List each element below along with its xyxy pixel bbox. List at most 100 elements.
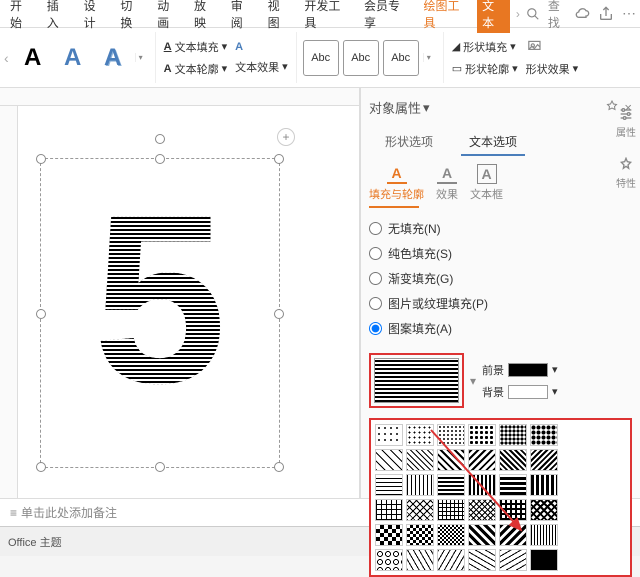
pattern-swatch[interactable]: [406, 524, 434, 546]
tab-text-options[interactable]: 文本选项: [461, 129, 525, 156]
tab-insert[interactable]: 插入: [41, 0, 76, 35]
pattern-swatch[interactable]: [530, 549, 558, 571]
pattern-swatch[interactable]: [375, 474, 403, 496]
tab-transition[interactable]: 切换: [114, 0, 149, 35]
tab-drawing-tools[interactable]: 绘图工具: [418, 0, 476, 35]
shape-style-2[interactable]: Abc: [343, 40, 379, 76]
shape-effect-button[interactable]: 形状效果▾: [524, 59, 581, 79]
pattern-swatch[interactable]: [530, 524, 558, 546]
pattern-swatch[interactable]: [530, 424, 558, 446]
pattern-swatch[interactable]: [437, 424, 465, 446]
pattern-swatch[interactable]: [406, 449, 434, 471]
pattern-swatch[interactable]: [406, 424, 434, 446]
ribbon-scroll-left-icon[interactable]: ‹: [4, 50, 9, 66]
slide-canvas[interactable]: + 5: [30, 118, 340, 478]
fill-pattern-radio[interactable]: 图案填充(A): [369, 320, 632, 337]
shape-fill-button[interactable]: ◢形状填充▾: [450, 37, 520, 57]
fill-solid-radio[interactable]: 纯色填充(S): [369, 245, 632, 262]
textbox-content[interactable]: 5: [41, 159, 279, 439]
fill-none-radio[interactable]: 无填充(N): [369, 220, 632, 237]
subtab-fill-outline[interactable]: A 填充与轮廓: [369, 164, 424, 202]
pattern-swatch[interactable]: [375, 424, 403, 446]
pattern-swatch[interactable]: [468, 449, 496, 471]
text-effect-button[interactable]: A: [233, 39, 290, 55]
tab-devtools[interactable]: 开发工具: [298, 0, 356, 35]
pattern-swatch[interactable]: [499, 549, 527, 571]
subtab-effect[interactable]: A 效果: [436, 164, 458, 202]
pattern-swatch[interactable]: [406, 499, 434, 521]
shape-style-1[interactable]: Abc: [303, 40, 339, 76]
pattern-swatch[interactable]: [468, 499, 496, 521]
notes-placeholder[interactable]: 单击此处添加备注: [21, 504, 117, 521]
resize-handle-bm[interactable]: [155, 462, 165, 472]
resize-handle-tr[interactable]: [274, 154, 284, 164]
pattern-swatch[interactable]: [530, 449, 558, 471]
tab-view[interactable]: 视图: [262, 0, 297, 35]
pattern-swatch[interactable]: [406, 549, 434, 571]
tab-shape-options[interactable]: 形状选项: [377, 129, 441, 156]
shape-outline-button[interactable]: ▭形状轮廓▾: [450, 59, 520, 79]
dropdown-icon[interactable]: ▾: [552, 385, 558, 398]
pattern-swatch[interactable]: [499, 474, 527, 496]
pattern-swatch[interactable]: [499, 449, 527, 471]
pattern-swatch[interactable]: [499, 524, 527, 546]
subtab-textbox[interactable]: A 文本框: [470, 164, 503, 202]
pattern-swatch[interactable]: [375, 524, 403, 546]
shape-style-3[interactable]: Abc: [383, 40, 419, 76]
tab-start[interactable]: 开始: [4, 0, 39, 35]
wordart-more-icon[interactable]: ▾: [135, 53, 149, 62]
pattern-swatch[interactable]: [437, 524, 465, 546]
add-element-button[interactable]: +: [277, 128, 295, 146]
rotate-handle[interactable]: [155, 134, 165, 144]
fill-gradient-radio[interactable]: 渐变填充(G): [369, 270, 632, 287]
tab-review[interactable]: 审阅: [225, 0, 260, 35]
rail-special[interactable]: 特性: [616, 157, 636, 190]
pattern-swatch[interactable]: [499, 424, 527, 446]
shape-styles-more-icon[interactable]: ▾: [423, 53, 437, 62]
pattern-swatch[interactable]: [468, 474, 496, 496]
wordart-style-1[interactable]: A: [15, 38, 51, 78]
pattern-swatch[interactable]: [530, 474, 558, 496]
dropdown-icon[interactable]: ▾: [423, 100, 430, 116]
tab-text-tools[interactable]: 文本: [477, 0, 510, 33]
pattern-swatch[interactable]: [437, 474, 465, 496]
pattern-swatch[interactable]: [437, 549, 465, 571]
foreground-color-swatch[interactable]: [508, 363, 548, 377]
pattern-swatch[interactable]: [468, 549, 496, 571]
resize-handle-tl[interactable]: [36, 154, 46, 164]
pattern-swatch[interactable]: [530, 499, 558, 521]
pattern-swatch[interactable]: [468, 524, 496, 546]
pattern-preview[interactable]: [374, 358, 459, 403]
tabs-overflow-icon[interactable]: ›: [512, 7, 524, 21]
search-placeholder[interactable]: 查找: [548, 0, 566, 31]
text-fill-button[interactable]: A文本填充▾: [162, 37, 229, 57]
pattern-swatch[interactable]: [375, 449, 403, 471]
pattern-swatch[interactable]: [375, 549, 403, 571]
wordart-style-2[interactable]: A: [55, 38, 91, 78]
tab-animation[interactable]: 动画: [151, 0, 186, 35]
wordart-style-3[interactable]: A: [95, 38, 131, 78]
shape-effect-icon[interactable]: [524, 37, 581, 57]
pattern-swatch[interactable]: [437, 499, 465, 521]
text-outline-button[interactable]: A文本轮廓▾: [162, 59, 229, 79]
text-effect-label[interactable]: 文本效果▾: [233, 57, 290, 77]
selected-textbox[interactable]: 5: [40, 158, 280, 468]
pattern-swatch[interactable]: [437, 449, 465, 471]
more-icon[interactable]: ⋯: [622, 5, 636, 22]
share-icon[interactable]: [598, 6, 614, 22]
resize-handle-br[interactable]: [274, 462, 284, 472]
pattern-swatch[interactable]: [499, 499, 527, 521]
resize-handle-tm[interactable]: [155, 154, 165, 164]
resize-handle-bl[interactable]: [36, 462, 46, 472]
dropdown-icon[interactable]: ▾: [470, 374, 476, 388]
search-icon[interactable]: [526, 7, 540, 21]
tab-slideshow[interactable]: 放映: [188, 0, 223, 35]
pattern-swatch[interactable]: [468, 424, 496, 446]
fill-picture-radio[interactable]: 图片或纹理填充(P): [369, 295, 632, 312]
pattern-swatch[interactable]: [406, 474, 434, 496]
tab-design[interactable]: 设计: [78, 0, 113, 35]
background-color-swatch[interactable]: [508, 385, 548, 399]
notes-toggle-icon[interactable]: ≡: [10, 506, 15, 520]
tab-member[interactable]: 会员专享: [358, 0, 416, 35]
pattern-swatch[interactable]: [375, 499, 403, 521]
